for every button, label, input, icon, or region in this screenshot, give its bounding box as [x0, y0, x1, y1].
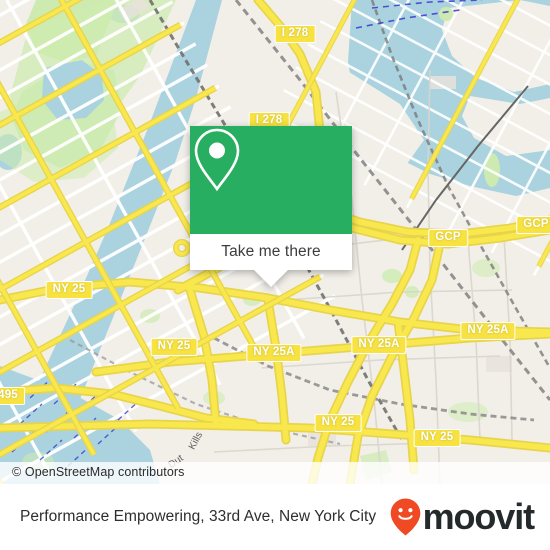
map-attribution[interactable]: © OpenStreetMap contributors	[0, 462, 550, 484]
highway-shield: NY 25A	[460, 322, 516, 340]
highway-shield: NY 25	[45, 281, 93, 299]
map-canvas[interactable]: I 278 I 278 GCP GCP NY 25 NY 25A NY 25 NY 25A NY…	[0, 0, 550, 484]
highway-shield: NY 25	[150, 338, 198, 356]
highway-shield: I 278	[274, 25, 316, 43]
location-pin-icon	[194, 128, 240, 192]
moovit-smiley-pin-icon	[390, 498, 420, 536]
bottom-bar: Performance Empowering, 33rd Ave, New Yo…	[0, 484, 550, 550]
highway-shield: GCP	[516, 216, 550, 234]
highway-shield: NY 25A	[246, 344, 302, 362]
highway-shield: GCP	[428, 229, 468, 247]
moovit-wordmark: moovit	[422, 496, 536, 537]
take-me-there-button[interactable]: Take me there	[190, 234, 352, 270]
popup-tail	[254, 270, 288, 287]
place-title: Performance Empowering, 33rd Ave, New Yo…	[20, 508, 377, 525]
highway-shield: NY 25	[314, 414, 362, 432]
popup-pin-area	[190, 126, 352, 234]
location-popup-card[interactable]: Take me there	[190, 126, 352, 287]
highway-shield: NY 25A	[351, 336, 407, 354]
highway-shield: 495	[0, 387, 25, 405]
screenshot-root: I 278 I 278 GCP GCP NY 25 NY 25A NY 25 NY 25A NY…	[0, 0, 550, 550]
highway-shield: NY 25	[413, 429, 461, 447]
moovit-brand[interactable]: moovit	[389, 496, 536, 537]
